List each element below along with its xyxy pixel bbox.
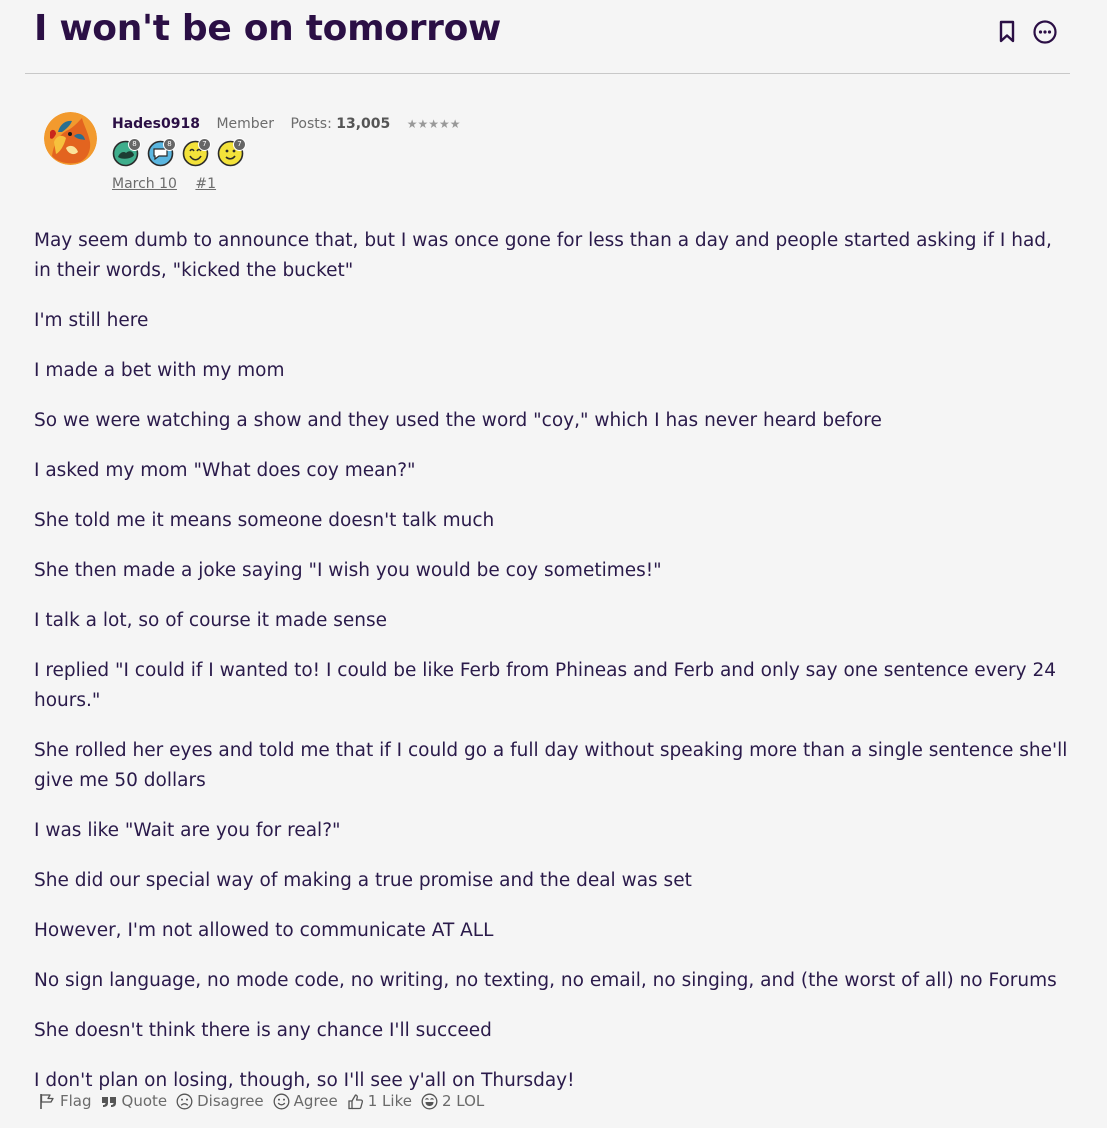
post-paragraph: She did our special way of making a true… (34, 870, 692, 891)
quote-button[interactable]: Quote (101, 1092, 168, 1110)
badge-list: 8 8 7 7 (112, 138, 246, 167)
laugh-icon (421, 1093, 438, 1109)
more-options-button[interactable] (1031, 18, 1059, 46)
author-username[interactable]: Hades0918 (112, 116, 200, 132)
post-paragraph: She told me it means someone doesn't tal… (34, 510, 495, 531)
flag-icon (40, 1094, 54, 1109)
reaction-bar: Flag Quote Disagree Agree 1 Like 2 LOL (38, 1092, 493, 1110)
bookmark-icon (999, 20, 1015, 43)
discussion-title: I won't be on tomorrow (34, 8, 502, 49)
badge-count: 7 (198, 138, 211, 151)
post-paragraph: I made a bet with my mom (34, 360, 285, 381)
post-body: May seem dumb to announce that, but I wa… (34, 226, 1074, 1116)
disagree-button[interactable]: Disagree (176, 1092, 264, 1110)
posts-count: 13,005 (336, 116, 391, 132)
badge-count: 7 (233, 138, 246, 151)
post-paragraph: I replied "I could if I wanted to! I cou… (34, 660, 1056, 711)
badge-count: 8 (163, 138, 176, 151)
post-paragraph: I was like "Wait are you for real?" (34, 820, 341, 841)
post-paragraph: May seem dumb to announce that, but I wa… (34, 230, 1052, 281)
lol-button[interactable]: 2 LOL (421, 1092, 484, 1110)
post-paragraph: She doesn't think there is any chance I'… (34, 1020, 492, 1041)
badge-item[interactable]: 8 (112, 138, 141, 167)
badge-count: 8 (128, 138, 141, 151)
post-paragraph: I talk a lot, so of course it made sense (34, 610, 388, 631)
post-permalink[interactable]: #1 (195, 176, 216, 192)
like-label: 1 Like (367, 1092, 412, 1110)
badge-item[interactable]: 8 (147, 138, 176, 167)
flag-label: Flag (60, 1092, 92, 1110)
author-info-line: Hades0918 Member Posts: 13,005 ★★★★★ (112, 116, 461, 132)
author-role: Member (216, 116, 275, 132)
lol-label: 2 LOL (441, 1092, 485, 1110)
agree-button[interactable]: Agree (273, 1092, 338, 1110)
post-paragraph: I'm still here (34, 310, 149, 331)
like-button[interactable]: 1 Like (347, 1092, 412, 1110)
rank-stars: ★★★★★ (406, 117, 461, 131)
discussion-page: I won't be on tomorrow Hades0918 Member … (0, 0, 1107, 1128)
agree-label: Agree (293, 1092, 338, 1110)
quote-icon (101, 1097, 116, 1107)
post-paragraph: She then made a joke saying "I wish you … (34, 560, 662, 581)
posts-label: Posts: (290, 116, 332, 132)
post-paragraph: No sign language, no mode code, no writi… (34, 970, 1057, 991)
post-paragraph: I asked my mom "What does coy mean?" (34, 460, 416, 481)
flag-button[interactable]: Flag (38, 1092, 92, 1110)
avatar[interactable] (44, 112, 97, 165)
ellipsis-icon (1033, 20, 1057, 44)
avatar-image (44, 112, 97, 165)
quote-label: Quote (121, 1092, 168, 1110)
post-meta: March 10 #1 (112, 176, 216, 192)
disagree-label: Disagree (197, 1092, 264, 1110)
post-paragraph: However, I'm not allowed to communicate … (34, 920, 494, 941)
badge-item[interactable]: 7 (217, 138, 246, 167)
bookmark-button[interactable] (993, 18, 1021, 46)
thumbs-up-icon (348, 1093, 363, 1109)
badge-item[interactable]: 7 (182, 138, 211, 167)
post-paragraph: So we were watching a show and they used… (34, 410, 882, 431)
post-paragraph: She rolled her eyes and told me that if … (34, 740, 1068, 791)
smile-icon (273, 1093, 290, 1109)
discussion-header: I won't be on tomorrow (25, 0, 1070, 74)
frown-icon (176, 1093, 193, 1109)
post-date-link[interactable]: March 10 (112, 176, 177, 192)
